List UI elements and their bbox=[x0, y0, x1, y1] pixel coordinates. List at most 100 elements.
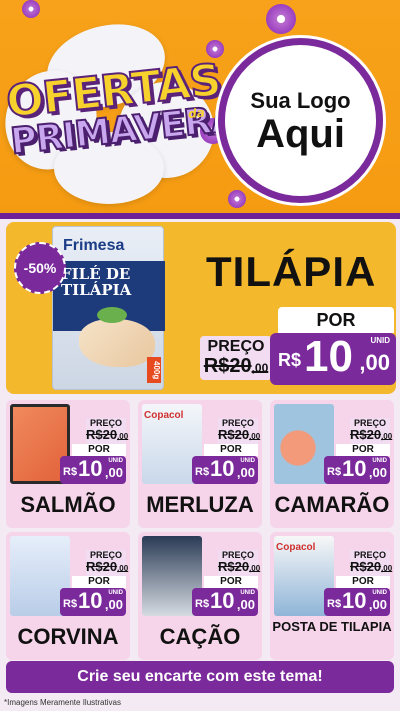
product-name: SALMÃO bbox=[20, 492, 116, 517]
old-price: R$20,00 bbox=[218, 427, 261, 442]
old-price-label: PREÇO bbox=[207, 338, 265, 355]
old-price-box: PREÇO R$20,00 bbox=[200, 336, 272, 380]
por-label: POR bbox=[72, 576, 126, 588]
old-price-cents: ,00 bbox=[117, 432, 129, 441]
herb-garnish-image bbox=[97, 307, 127, 323]
new-price-box: R$ 10 UNID ,00 bbox=[324, 456, 390, 484]
new-price-int: 10 bbox=[78, 456, 103, 481]
old-price-cents: ,00 bbox=[251, 361, 269, 375]
por-label: POR bbox=[204, 444, 258, 456]
title-connector: da bbox=[187, 105, 206, 122]
new-price-int: 10 bbox=[342, 456, 367, 481]
new-price-int: 10 bbox=[342, 588, 367, 613]
new-price-int: 10 bbox=[210, 588, 235, 613]
product-name: CORVINA bbox=[17, 624, 119, 649]
product-card[interactable]: PREÇO R$20,00 POR R$ 10 UNID ,00 CORVINA bbox=[6, 532, 130, 660]
product-name: CAÇÃO bbox=[159, 624, 241, 649]
product-package-image: Frimesa FILÉ DE TILÁPIA 400g bbox=[52, 226, 165, 390]
footnote: *Imagens Meramente Ilustrativas bbox=[4, 698, 121, 707]
por-label: POR bbox=[204, 576, 258, 588]
package-brand: Copacol bbox=[144, 410, 184, 421]
old-price-cents: ,00 bbox=[249, 432, 261, 441]
unit-label: UNID bbox=[240, 590, 255, 596]
discount-badge: -50% bbox=[14, 242, 66, 294]
flower-icon bbox=[266, 4, 296, 34]
por-label: POR bbox=[336, 444, 390, 456]
unit-label: UNID bbox=[240, 458, 255, 464]
new-price-int: 10 bbox=[210, 456, 235, 481]
new-price-box: R$ 10 UNID ,00 bbox=[60, 588, 126, 616]
package-weight: 400g bbox=[147, 357, 161, 383]
new-price-int: 10 bbox=[78, 588, 103, 613]
old-price-int: R$20 bbox=[203, 355, 252, 377]
create-flyer-button[interactable]: Crie seu encarte com este tema! bbox=[6, 661, 394, 693]
fish-fillet-image bbox=[79, 319, 155, 367]
new-price-box: R$ 10 UNID ,00 bbox=[60, 456, 126, 484]
currency: R$ bbox=[195, 598, 210, 610]
flower-icon bbox=[22, 0, 40, 18]
currency: R$ bbox=[327, 466, 342, 478]
logo-placeholder[interactable]: Sua Logo Aqui bbox=[218, 38, 383, 203]
logo-line-2: Aqui bbox=[256, 111, 345, 156]
product-name: MERLUZA bbox=[146, 492, 254, 517]
old-price-cents: ,00 bbox=[249, 564, 261, 573]
unit-label: UNID bbox=[372, 590, 387, 596]
new-price-cents: ,00 bbox=[104, 465, 123, 480]
flower-icon bbox=[228, 190, 246, 208]
por-label: POR bbox=[72, 444, 126, 456]
old-price: R$20,00 bbox=[86, 559, 129, 574]
por-label: POR bbox=[336, 576, 390, 588]
old-price-int: R$20 bbox=[218, 559, 250, 574]
package-title: FILÉ DE TILÁPIA bbox=[61, 265, 132, 299]
product-card[interactable]: PREÇO R$20,00 POR R$ 10 UNID ,00 SALMÃO bbox=[6, 400, 130, 528]
unit-label: UNID bbox=[372, 458, 387, 464]
product-name: TILÁPIA bbox=[206, 248, 377, 295]
old-price: R$20,00 bbox=[218, 559, 261, 574]
product-name: POSTA DE TILAPIA bbox=[272, 619, 392, 634]
currency: R$ bbox=[327, 598, 342, 610]
new-price-box: R$ 10 UNID ,00 bbox=[192, 588, 258, 616]
unit-label: UNID bbox=[108, 590, 123, 596]
currency: R$ bbox=[63, 598, 78, 610]
product-card[interactable]: PREÇO R$20,00 POR R$ 10 UNID ,00 CAÇÃO bbox=[138, 532, 262, 660]
package-brand: Frimesa bbox=[63, 237, 125, 254]
currency: R$ bbox=[195, 466, 210, 478]
header-banner: OFERTAS PRIMAVERA da Sua Logo Aqui bbox=[0, 0, 400, 215]
old-price-cents: ,00 bbox=[117, 564, 129, 573]
old-price-int: R$20 bbox=[218, 427, 250, 442]
old-price: R$20,00 bbox=[86, 427, 129, 442]
product-card[interactable]: Copacol PREÇO R$20,00 POR R$ 10 UNID ,00 POS… bbox=[270, 532, 394, 660]
unit-label: UNID bbox=[370, 336, 390, 345]
new-price-cents: ,00 bbox=[236, 465, 255, 480]
product-name: CAMARÃO bbox=[274, 492, 390, 517]
new-price-cents: ,00 bbox=[236, 597, 255, 612]
old-price-int: R$20 bbox=[350, 427, 382, 442]
old-price-int: R$20 bbox=[86, 559, 118, 574]
old-price: R$20,00 bbox=[350, 559, 393, 574]
old-price-int: R$20 bbox=[86, 427, 118, 442]
old-price-int: R$20 bbox=[350, 559, 382, 574]
old-price: R$20,00 bbox=[350, 427, 393, 442]
currency: R$ bbox=[278, 350, 302, 370]
product-card[interactable]: PREÇO R$20,00 POR R$ 10 UNID ,00 CAMARÃO bbox=[270, 400, 394, 528]
new-price-cents: ,00 bbox=[359, 350, 390, 375]
new-price-box: R$ 10 UNID ,00 bbox=[270, 333, 396, 385]
unit-label: UNID bbox=[108, 458, 123, 464]
featured-product[interactable]: Frimesa FILÉ DE TILÁPIA 400g -50% TILÁPI… bbox=[6, 222, 396, 394]
new-price-cents: ,00 bbox=[104, 597, 123, 612]
product-card[interactable]: Copacol PREÇO R$20,00 POR R$ 10 UNID ,00 MER… bbox=[138, 400, 262, 528]
por-label: POR bbox=[278, 307, 394, 333]
old-price-cents: ,00 bbox=[381, 432, 393, 441]
old-price-cents: ,00 bbox=[381, 564, 393, 573]
new-price-int: 10 bbox=[304, 332, 353, 381]
logo-line-1: Sua Logo bbox=[250, 87, 351, 113]
divider bbox=[0, 213, 400, 219]
new-price-cents: ,00 bbox=[368, 597, 387, 612]
new-price-box: R$ 10 UNID ,00 bbox=[324, 588, 390, 616]
page-title: OFERTAS PRIMAVERA da bbox=[3, 54, 241, 164]
new-price-box: R$ 10 UNID ,00 bbox=[192, 456, 258, 484]
currency: R$ bbox=[63, 466, 78, 478]
old-price: R$20,00 bbox=[200, 356, 272, 376]
new-price-cents: ,00 bbox=[368, 465, 387, 480]
package-brand: Copacol bbox=[276, 542, 316, 553]
